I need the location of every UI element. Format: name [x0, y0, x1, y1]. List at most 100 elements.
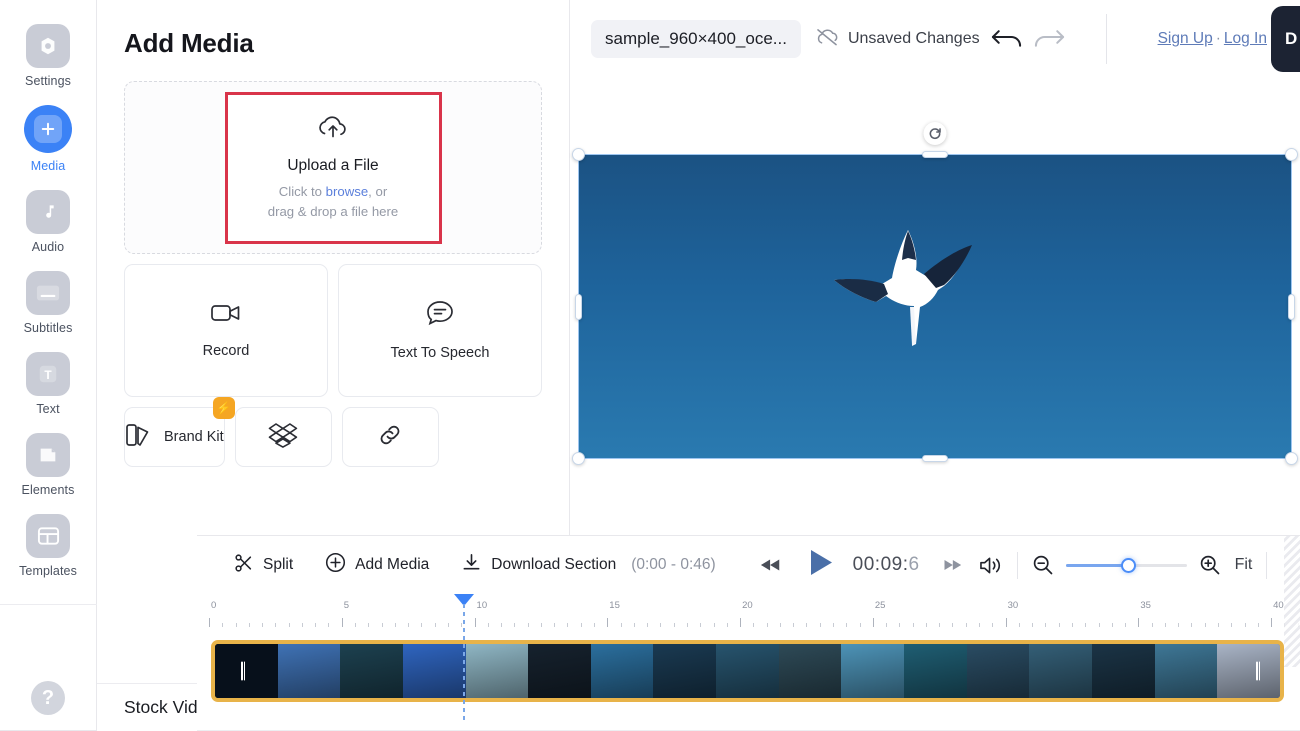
zoom-out-button[interactable] — [1032, 554, 1054, 576]
zoom-slider[interactable] — [1066, 555, 1187, 575]
timeline: Split Add Media Download Section (0:00 -… — [197, 535, 1300, 731]
sidebar-label-templates: Templates — [19, 564, 77, 578]
transport-controls: 00:09:6 — [760, 546, 1282, 584]
split-label: Split — [263, 556, 293, 574]
ruler-label: 20 — [742, 600, 753, 611]
split-button[interactable]: Split — [234, 553, 293, 578]
record-button[interactable]: Record — [124, 264, 328, 397]
ruler-tick-minor — [581, 623, 582, 627]
ruler-tick-minor — [714, 623, 715, 627]
resize-handle-top-left[interactable] — [572, 148, 585, 161]
scissors-icon — [234, 553, 254, 578]
sidebar-item-templates[interactable]: Templates — [0, 514, 97, 578]
add-media-button[interactable]: Add Media — [325, 552, 429, 578]
rewind-button[interactable] — [760, 557, 782, 573]
resize-handle-top[interactable] — [922, 151, 948, 158]
clip-thumbnail — [403, 644, 466, 698]
editor-stage: sample_960×400_oce... Unsaved Changes — [570, 0, 1300, 731]
sidebar-item-elements[interactable]: Elements — [0, 433, 97, 497]
log-in-link[interactable]: Log In — [1224, 30, 1267, 47]
dropzone[interactable]: Upload a File Click to browse, or drag &… — [124, 81, 542, 254]
download-section-range: (0:00 - 0:46) — [631, 556, 715, 574]
ruler-tick-minor — [979, 623, 980, 627]
resize-handle-bottom[interactable] — [922, 455, 948, 462]
ruler-tick-minor — [700, 623, 701, 627]
resize-handle-bottom-right[interactable] — [1285, 452, 1298, 465]
fit-button[interactable]: Fit — [1235, 556, 1253, 574]
ruler-tick-minor — [1045, 623, 1046, 627]
clip-thumbnail — [1029, 644, 1092, 698]
ruler-tick-major — [1006, 618, 1007, 627]
sidebar-label-audio: Audio — [32, 240, 64, 254]
ruler-tick-minor — [1112, 623, 1113, 627]
upload-a-file-button[interactable]: Upload a File Click to browse, or drag &… — [225, 92, 442, 244]
upload-hint-line2: drag & drop a file here — [268, 204, 399, 219]
upload-hint-suffix: , or — [368, 184, 387, 199]
save-status: Unsaved Changes — [815, 27, 980, 52]
clip-thumbnail — [278, 644, 341, 698]
ruler-tick-minor — [634, 623, 635, 627]
resize-handle-left[interactable] — [575, 294, 582, 320]
rotate-handle-icon[interactable] — [924, 122, 947, 145]
ruler-tick-major — [607, 618, 608, 627]
browse-link[interactable]: browse — [326, 184, 369, 199]
media-tiles-row-1: Record Text To Speech — [124, 264, 542, 397]
volume-button[interactable] — [978, 555, 1003, 576]
ruler-tick-minor — [368, 623, 369, 627]
zoom-slider-knob[interactable] — [1121, 558, 1136, 573]
clip-thumbnail — [967, 644, 1030, 698]
download-section-label: Download Section — [491, 556, 616, 574]
text-t-icon: T — [26, 352, 70, 396]
clip-thumbnail — [466, 644, 529, 698]
download-button[interactable]: D — [1271, 6, 1300, 72]
sidebar-item-settings[interactable]: Settings — [0, 24, 97, 88]
sidebar-item-media[interactable]: Media — [0, 105, 97, 173]
clip-thumbnail — [215, 644, 278, 698]
resize-handle-top-right[interactable] — [1285, 148, 1298, 161]
ruler-tick-minor — [1218, 623, 1219, 627]
video-preview[interactable] — [579, 155, 1291, 458]
undo-button[interactable] — [990, 26, 1023, 53]
clip-trim-handle-left[interactable] — [241, 662, 245, 681]
ruler-tick-minor — [382, 623, 383, 627]
sidebar-item-audio[interactable]: Audio — [0, 190, 97, 254]
zoom-in-button[interactable] — [1199, 554, 1221, 576]
play-button[interactable] — [804, 546, 837, 584]
cloud-off-icon — [815, 27, 840, 52]
ruler-label: 35 — [1140, 600, 1151, 611]
import-from-link-button[interactable] — [342, 407, 439, 467]
project-filename-input[interactable]: sample_960×400_oce... — [591, 20, 801, 58]
timeline-clip[interactable] — [211, 640, 1284, 702]
resize-handle-right[interactable] — [1288, 294, 1295, 320]
dropbox-import-button[interactable] — [235, 407, 332, 467]
ruler-tick-minor — [395, 623, 396, 627]
help-icon[interactable]: ? — [31, 681, 65, 715]
sign-up-link[interactable]: Sign Up — [1158, 30, 1213, 47]
ruler-tick-major — [873, 618, 874, 627]
current-time-main: 00:09: — [853, 554, 909, 575]
ruler-label: 30 — [1008, 600, 1019, 611]
sidebar-item-subtitles[interactable]: Subtitles — [0, 271, 97, 335]
redo-button[interactable] — [1033, 26, 1066, 53]
text-to-speech-label: Text To Speech — [391, 345, 490, 361]
download-icon — [461, 552, 482, 578]
text-to-speech-button[interactable]: Text To Speech — [338, 264, 542, 397]
clip-trim-handle-right[interactable] — [1256, 662, 1260, 681]
shapes-icon — [26, 433, 70, 477]
ruler-tick-minor — [899, 623, 900, 627]
brand-kit-button[interactable]: Brand Kit ⚡ — [124, 407, 225, 467]
ruler-label: 5 — [344, 600, 349, 611]
sidebar-item-text[interactable]: T Text — [0, 352, 97, 416]
ruler-tick-minor — [249, 623, 250, 627]
ruler-tick-minor — [1231, 623, 1232, 627]
ruler-tick-minor — [1125, 623, 1126, 627]
resize-handle-bottom-left[interactable] — [572, 452, 585, 465]
timeline-ruler[interactable]: 051015202530354045 — [209, 594, 1300, 636]
ruler-tick-minor — [780, 623, 781, 627]
ruler-tick-major — [1271, 618, 1272, 627]
ruler-tick-minor — [448, 623, 449, 627]
fast-forward-button[interactable] — [942, 558, 962, 572]
video-selection-box[interactable] — [579, 155, 1291, 458]
download-section-button[interactable]: Download Section (0:00 - 0:46) — [461, 552, 715, 578]
clip-thumbnail — [1092, 644, 1155, 698]
